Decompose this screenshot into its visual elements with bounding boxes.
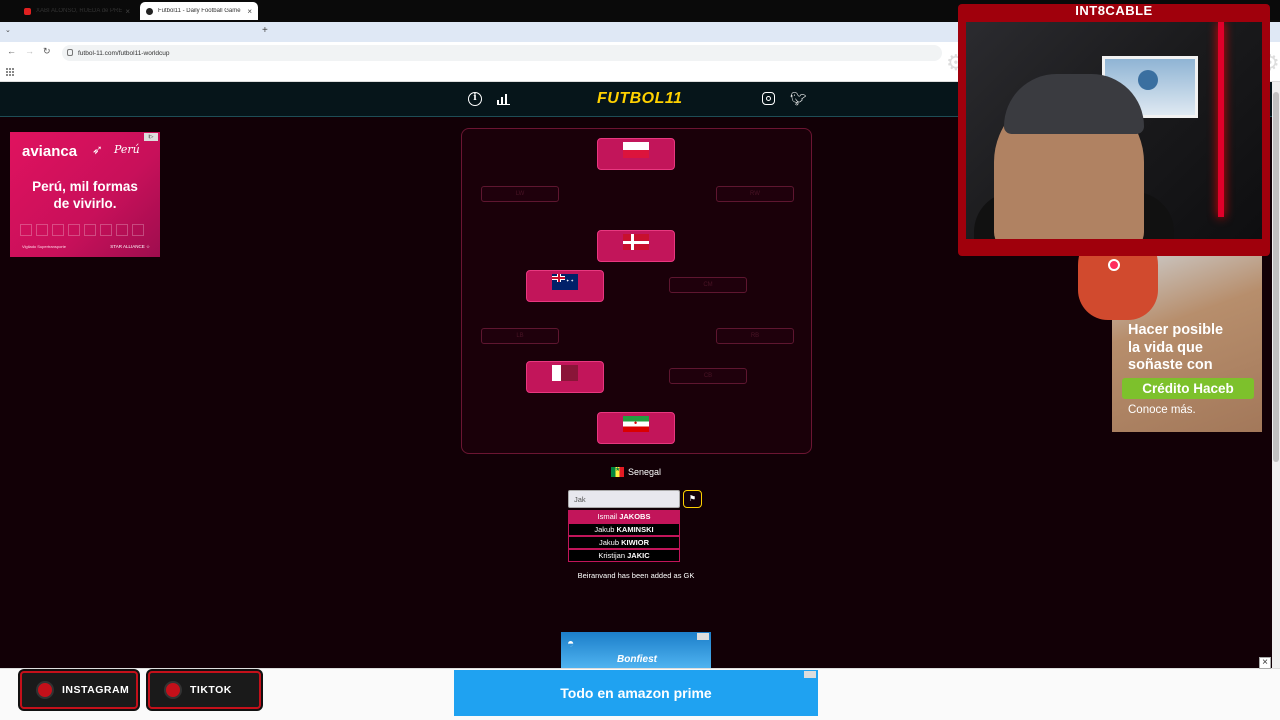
report-flag-button[interactable]: ⚑: [683, 490, 702, 508]
haceb-ad-text: Hacer posible la vida que soñaste con: [1128, 322, 1224, 373]
instagram-badge: INSTAGRAM: [20, 671, 138, 709]
ad-choices-icon[interactable]: [697, 633, 709, 640]
url-field[interactable]: futbol-11.com/futbol11-worldcup: [62, 45, 942, 61]
status-message: Beiranvand has been added as GK: [577, 571, 695, 580]
close-tab-icon[interactable]: ×: [125, 7, 130, 16]
player-search-input[interactable]: [568, 490, 680, 508]
instagram-icon[interactable]: [762, 92, 775, 105]
info-icon[interactable]: i: [468, 92, 482, 106]
target-country: Senegal: [611, 466, 661, 477]
channel-name: INT8CABLE: [1075, 3, 1153, 18]
qatar-flag-icon: [552, 365, 578, 381]
player-card-denmark[interactable]: [597, 230, 675, 262]
futbol11-favicon-icon: [146, 7, 153, 15]
new-tab-icon[interactable]: +: [262, 25, 268, 36]
avianca-ad[interactable]: i▷ avianca ➶ Perú Perú, mil formas de vi…: [10, 132, 160, 257]
site-logo[interactable]: FUTBOL11: [597, 90, 682, 108]
slot-cm[interactable]: CM: [669, 277, 747, 293]
screen: ⌄ XABI ALONSO, RUEDA de PRENSA × Futbol1…: [0, 0, 1280, 720]
youtube-favicon-icon: [24, 7, 31, 15]
browser-tab-1[interactable]: Futbol11 - Daily Football Game ×: [140, 2, 258, 20]
suggestion-item[interactable]: Jakub KIWIOR: [568, 536, 680, 549]
close-tab-icon[interactable]: ×: [247, 7, 252, 16]
ad-pattern: [20, 224, 150, 242]
suggestion-item[interactable]: Ismail JAKOBS: [568, 510, 680, 523]
haceb-cta: Crédito Haceb: [1122, 378, 1254, 399]
ad-choices-icon[interactable]: [804, 671, 816, 678]
senegal-flag-icon: [611, 466, 624, 477]
australia-flag-icon: [552, 274, 578, 290]
close-ad-icon[interactable]: ×: [1259, 657, 1271, 669]
forward-icon[interactable]: →: [25, 46, 34, 56]
ad-choices-icon[interactable]: i▷: [144, 133, 158, 141]
tab-search-chevron-icon[interactable]: ⌄: [5, 26, 11, 34]
slot-lw[interactable]: LW: [481, 186, 559, 202]
slot-rb[interactable]: RB: [716, 328, 794, 344]
amazon-prime-ad[interactable]: Todo en amazon prime: [454, 670, 818, 716]
player-card-qatar[interactable]: [526, 361, 604, 393]
suggestion-item[interactable]: Jakub KAMINSKI: [568, 523, 680, 536]
iran-flag-icon: [623, 416, 649, 432]
browser-tab-0[interactable]: XABI ALONSO, RUEDA de PRENSA ×: [18, 2, 136, 20]
slot-rw[interactable]: RW: [716, 186, 794, 202]
slot-cb[interactable]: CB: [669, 368, 747, 384]
player-card-australia[interactable]: [526, 270, 604, 302]
bonfiest-ad[interactable]: ◓ Bonfiest: [561, 632, 711, 668]
player-card-iran[interactable]: [597, 412, 675, 444]
poland-flag-icon: [623, 142, 649, 158]
ad-slogan: Perú, mil formas de vivirlo.: [32, 179, 138, 211]
suggestion-list: Ismail JAKOBS Jakub KAMINSKI Jakub KIWIO…: [568, 510, 680, 562]
suggestion-item[interactable]: Kristijan JAKIC: [568, 549, 680, 562]
instagram-badge-icon: [36, 681, 54, 699]
player-card-poland[interactable]: [597, 138, 675, 170]
page-scrollbar[interactable]: [1272, 82, 1280, 668]
pitch: [461, 128, 812, 454]
reload-icon[interactable]: ↻: [43, 46, 51, 57]
scrollbar-thumb[interactable]: [1273, 92, 1279, 462]
back-icon[interactable]: ←: [7, 46, 16, 56]
site-info-icon[interactable]: [67, 49, 73, 56]
slot-lb[interactable]: LB: [481, 328, 559, 344]
twitter-icon[interactable]: 🐦︎: [790, 91, 807, 107]
tiktok-badge: TIKTOK: [148, 671, 261, 709]
bonfiest-logo-icon: ◓: [567, 636, 575, 650]
avianca-bird-icon: ➶: [92, 142, 103, 157]
haceb-more-link: Conoce más.: [1128, 404, 1196, 416]
stats-icon[interactable]: [497, 93, 510, 105]
denmark-flag-icon: [623, 234, 649, 250]
tiktok-badge-icon: [164, 681, 182, 699]
apps-grid-icon[interactable]: [6, 68, 14, 76]
webcam-video: [966, 22, 1262, 239]
